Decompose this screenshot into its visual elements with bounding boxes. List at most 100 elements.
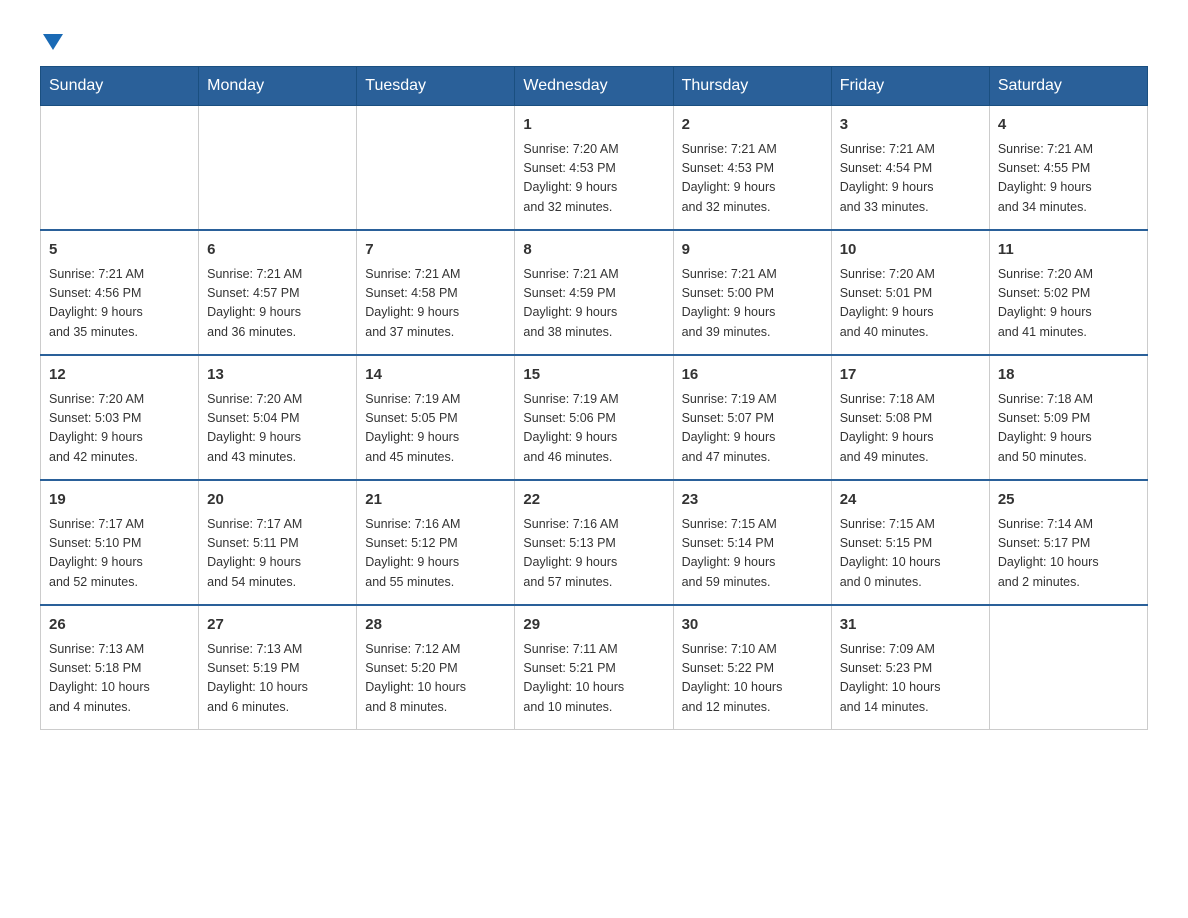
calendar-day-cell: 20 Sunrise: 7:17 AMSunset: 5:11 PMDayligh… (199, 480, 357, 605)
day-number: 1 (523, 114, 664, 137)
calendar-day-cell: 3 Sunrise: 7:21 AMSunset: 4:54 PMDaylight… (831, 106, 989, 231)
calendar-day-cell: 11 Sunrise: 7:20 AMSunset: 5:02 PMDayligh… (989, 230, 1147, 355)
day-info: Sunrise: 7:18 AMSunset: 5:08 PMDaylight:… (840, 390, 981, 468)
header-monday: Monday (199, 67, 357, 106)
day-info: Sunrise: 7:21 AMSunset: 4:55 PMDaylight:… (998, 140, 1139, 218)
day-info: Sunrise: 7:21 AMSunset: 4:59 PMDaylight:… (523, 265, 664, 343)
day-info: Sunrise: 7:20 AMSunset: 4:53 PMDaylight:… (523, 140, 664, 218)
day-info: Sunrise: 7:15 AMSunset: 5:14 PMDaylight:… (682, 515, 823, 593)
day-number: 14 (365, 364, 506, 387)
header-friday: Friday (831, 67, 989, 106)
day-number: 15 (523, 364, 664, 387)
day-number: 18 (998, 364, 1139, 387)
day-info: Sunrise: 7:10 AMSunset: 5:22 PMDaylight:… (682, 640, 823, 718)
day-number: 23 (682, 489, 823, 512)
day-number: 30 (682, 614, 823, 637)
calendar-day-cell: 14 Sunrise: 7:19 AMSunset: 5:05 PMDayligh… (357, 355, 515, 480)
day-info: Sunrise: 7:20 AMSunset: 5:02 PMDaylight:… (998, 265, 1139, 343)
header-wednesday: Wednesday (515, 67, 673, 106)
day-info: Sunrise: 7:19 AMSunset: 5:05 PMDaylight:… (365, 390, 506, 468)
day-info: Sunrise: 7:14 AMSunset: 5:17 PMDaylight:… (998, 515, 1139, 593)
day-number: 31 (840, 614, 981, 637)
calendar-day-cell: 2 Sunrise: 7:21 AMSunset: 4:53 PMDaylight… (673, 106, 831, 231)
day-info: Sunrise: 7:13 AMSunset: 5:18 PMDaylight:… (49, 640, 190, 718)
calendar-day-cell: 6 Sunrise: 7:21 AMSunset: 4:57 PMDaylight… (199, 230, 357, 355)
calendar-day-cell: 16 Sunrise: 7:19 AMSunset: 5:07 PMDayligh… (673, 355, 831, 480)
calendar-week-row: 19 Sunrise: 7:17 AMSunset: 5:10 PMDayligh… (41, 480, 1148, 605)
calendar-week-row: 26 Sunrise: 7:13 AMSunset: 5:18 PMDayligh… (41, 605, 1148, 730)
day-number: 26 (49, 614, 190, 637)
header-saturday: Saturday (989, 67, 1147, 106)
day-number: 11 (998, 239, 1139, 262)
day-number: 29 (523, 614, 664, 637)
day-number: 9 (682, 239, 823, 262)
day-number: 25 (998, 489, 1139, 512)
day-info: Sunrise: 7:16 AMSunset: 5:13 PMDaylight:… (523, 515, 664, 593)
day-number: 10 (840, 239, 981, 262)
header-thursday: Thursday (673, 67, 831, 106)
calendar-day-cell: 22 Sunrise: 7:16 AMSunset: 5:13 PMDayligh… (515, 480, 673, 605)
day-info: Sunrise: 7:13 AMSunset: 5:19 PMDaylight:… (207, 640, 348, 718)
day-info: Sunrise: 7:15 AMSunset: 5:15 PMDaylight:… (840, 515, 981, 593)
day-number: 27 (207, 614, 348, 637)
day-info: Sunrise: 7:16 AMSunset: 5:12 PMDaylight:… (365, 515, 506, 593)
calendar-day-cell: 31 Sunrise: 7:09 AMSunset: 5:23 PMDayligh… (831, 605, 989, 730)
day-info: Sunrise: 7:19 AMSunset: 5:06 PMDaylight:… (523, 390, 664, 468)
day-info: Sunrise: 7:20 AMSunset: 5:04 PMDaylight:… (207, 390, 348, 468)
calendar-table: Sunday Monday Tuesday Wednesday Thursday… (40, 66, 1148, 730)
day-info: Sunrise: 7:09 AMSunset: 5:23 PMDaylight:… (840, 640, 981, 718)
calendar-week-row: 12Sunrise: 7:20 AMSunset: 5:03 PMDayligh… (41, 355, 1148, 480)
calendar-header-row: Sunday Monday Tuesday Wednesday Thursday… (41, 67, 1148, 106)
day-number: 13 (207, 364, 348, 387)
day-info: Sunrise: 7:20 AMSunset: 5:01 PMDaylight:… (840, 265, 981, 343)
day-number: 6 (207, 239, 348, 262)
day-number: 20 (207, 489, 348, 512)
day-info: Sunrise: 7:21 AMSunset: 4:57 PMDaylight:… (207, 265, 348, 343)
calendar-day-cell: 18 Sunrise: 7:18 AMSunset: 5:09 PMDayligh… (989, 355, 1147, 480)
calendar-day-cell: 12Sunrise: 7:20 AMSunset: 5:03 PMDayligh… (41, 355, 199, 480)
calendar-day-cell (41, 106, 199, 231)
day-info: Sunrise: 7:19 AMSunset: 5:07 PMDaylight:… (682, 390, 823, 468)
day-info: Sunrise: 7:17 AMSunset: 5:10 PMDaylight:… (49, 515, 190, 593)
day-info: Sunrise: 7:11 AMSunset: 5:21 PMDaylight:… (523, 640, 664, 718)
day-number: 28 (365, 614, 506, 637)
day-number: 8 (523, 239, 664, 262)
calendar-day-cell: 28 Sunrise: 7:12 AMSunset: 5:20 PMDayligh… (357, 605, 515, 730)
day-number: 3 (840, 114, 981, 137)
calendar-day-cell: 27 Sunrise: 7:13 AMSunset: 5:19 PMDayligh… (199, 605, 357, 730)
day-number: 2 (682, 114, 823, 137)
calendar-day-cell: 30 Sunrise: 7:10 AMSunset: 5:22 PMDayligh… (673, 605, 831, 730)
day-info: Sunrise: 7:18 AMSunset: 5:09 PMDaylight:… (998, 390, 1139, 468)
day-info: Sunrise: 7:17 AMSunset: 5:11 PMDaylight:… (207, 515, 348, 593)
day-number: 24 (840, 489, 981, 512)
calendar-day-cell (357, 106, 515, 231)
day-info: Sunrise: 7:21 AMSunset: 4:54 PMDaylight:… (840, 140, 981, 218)
calendar-day-cell: 26 Sunrise: 7:13 AMSunset: 5:18 PMDayligh… (41, 605, 199, 730)
day-info: Sunrise: 7:21 AMSunset: 4:58 PMDaylight:… (365, 265, 506, 343)
day-number: 5 (49, 239, 190, 262)
calendar-day-cell: 19 Sunrise: 7:17 AMSunset: 5:10 PMDayligh… (41, 480, 199, 605)
calendar-day-cell: 10 Sunrise: 7:20 AMSunset: 5:01 PMDayligh… (831, 230, 989, 355)
day-number: 4 (998, 114, 1139, 137)
day-info: Sunrise: 7:21 AMSunset: 4:56 PMDaylight:… (49, 265, 190, 343)
calendar-day-cell: 21 Sunrise: 7:16 AMSunset: 5:12 PMDayligh… (357, 480, 515, 605)
header-tuesday: Tuesday (357, 67, 515, 106)
day-number: 22 (523, 489, 664, 512)
day-info: Sunrise: 7:21 AMSunset: 5:00 PMDaylight:… (682, 265, 823, 343)
calendar-day-cell: 7Sunrise: 7:21 AMSunset: 4:58 PMDaylight… (357, 230, 515, 355)
calendar-day-cell: 25 Sunrise: 7:14 AMSunset: 5:17 PMDayligh… (989, 480, 1147, 605)
logo[interactable] (40, 30, 64, 46)
calendar-day-cell: 29 Sunrise: 7:11 AMSunset: 5:21 PMDayligh… (515, 605, 673, 730)
day-info: Sunrise: 7:12 AMSunset: 5:20 PMDaylight:… (365, 640, 506, 718)
day-number: 19 (49, 489, 190, 512)
calendar-day-cell: 4 Sunrise: 7:21 AMSunset: 4:55 PMDaylight… (989, 106, 1147, 231)
calendar-day-cell: 24 Sunrise: 7:15 AMSunset: 5:15 PMDayligh… (831, 480, 989, 605)
calendar-day-cell: 5 Sunrise: 7:21 AMSunset: 4:56 PMDaylight… (41, 230, 199, 355)
calendar-day-cell (989, 605, 1147, 730)
day-number: 12 (49, 364, 190, 387)
day-number: 16 (682, 364, 823, 387)
calendar-week-row: 5 Sunrise: 7:21 AMSunset: 4:56 PMDaylight… (41, 230, 1148, 355)
day-number: 21 (365, 489, 506, 512)
day-info: Sunrise: 7:21 AMSunset: 4:53 PMDaylight:… (682, 140, 823, 218)
page-header (40, 30, 1148, 46)
